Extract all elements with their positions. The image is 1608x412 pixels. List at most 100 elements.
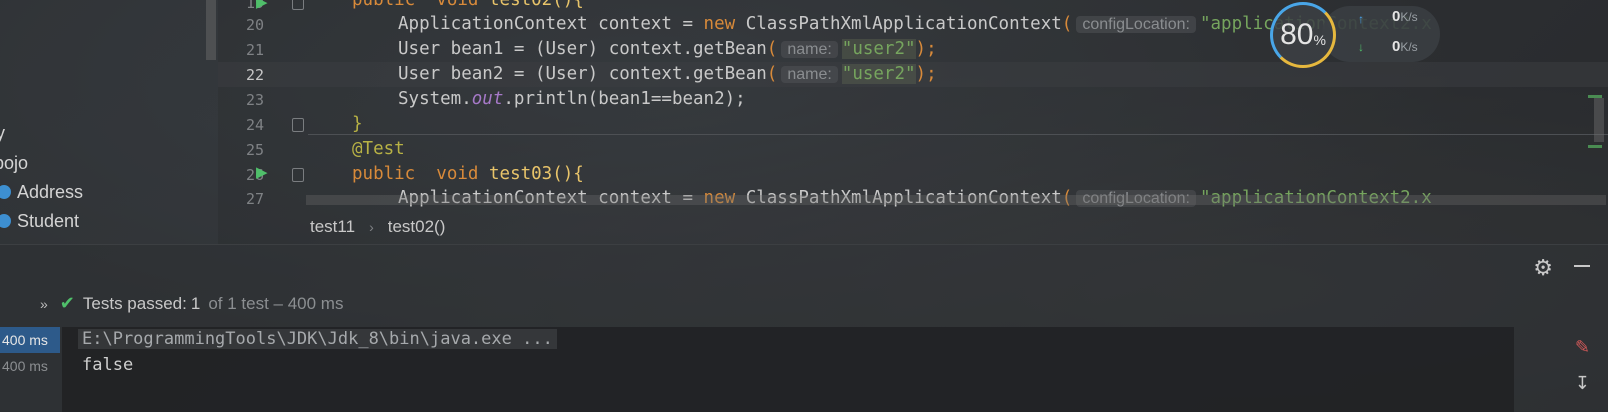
minimize-icon[interactable] — [1574, 265, 1590, 267]
class-icon — [0, 185, 11, 199]
project-tree: y pojo Address Student — [0, 0, 218, 244]
annotation: @Test — [352, 139, 405, 159]
horizontal-scrollbar[interactable] — [306, 195, 1606, 205]
line-number: 23 — [245, 91, 264, 109]
fold-icon[interactable] — [292, 0, 304, 10]
passed-count: 1 — [190, 293, 201, 313]
line-number: 20 — [245, 16, 264, 34]
tree-item-label: pojo — [0, 152, 29, 173]
code-text: ApplicationContext context = — [398, 14, 704, 34]
breadcrumb-item-method[interactable]: test02() — [388, 217, 446, 237]
test-durations: 400 ms 400 ms — [0, 327, 60, 412]
cpu-gauge: 80% — [1270, 2, 1336, 68]
cast: (User) — [534, 39, 599, 59]
console-command-line[interactable]: E:\ProgrammingTools\JDK\Jdk_8\bin\java.e… — [78, 329, 557, 349]
parameter-hint: name: — [781, 66, 838, 83]
string-literal: "user2" — [841, 64, 916, 84]
keyword: new — [703, 14, 736, 34]
code-line-19: public void test02(){ — [352, 0, 584, 12]
tree-item-label: Address — [17, 181, 84, 202]
keyword: void — [436, 164, 479, 184]
code-line-26: public void test03(){ — [352, 162, 584, 186]
method-name: test02 — [489, 0, 553, 10]
method-name: test03 — [489, 164, 553, 184]
line-number: 22 — [245, 66, 264, 84]
line-number: 27 — [245, 190, 264, 208]
project-tree-scrollbar[interactable] — [206, 0, 216, 60]
download-speed: 0K/s — [1392, 38, 1418, 55]
scroll-to-end-icon[interactable]: ↧ — [1575, 373, 1590, 394]
code-line-24: } — [352, 112, 363, 136]
punct: ); — [915, 39, 937, 59]
tree-item-pojo[interactable]: pojo — [0, 150, 28, 176]
cast: (User) — [534, 64, 599, 84]
test-status-bar: » ✔ Tests passed: 1 of 1 test – 400 ms — [40, 293, 343, 314]
code-text: context.getBean — [598, 39, 767, 59]
code-text: System. — [398, 89, 472, 109]
test-duration-row[interactable]: 400 ms — [0, 353, 60, 379]
breadcrumb: test11 › test02() — [310, 214, 445, 240]
console-output-line: false — [82, 355, 134, 375]
code-text: User bean2 = — [398, 64, 535, 84]
upload-speed: 0K/s — [1392, 8, 1418, 25]
speed-unit: K/s — [1400, 40, 1418, 54]
parameter-hint: name: — [781, 41, 838, 58]
tree-item-address[interactable]: Address — [0, 179, 83, 205]
string-literal: "user2" — [841, 39, 916, 59]
line-number: 21 — [245, 41, 264, 59]
tree-item-student[interactable]: Student — [0, 208, 79, 234]
closing-brace: } — [352, 114, 363, 134]
method-separator — [308, 134, 1608, 135]
fold-icon[interactable] — [292, 168, 304, 182]
code-text: ClassPathXmlApplicationContext — [735, 14, 1062, 34]
expand-icon[interactable]: » — [40, 296, 48, 312]
run-test-icon[interactable]: ▶ — [256, 0, 272, 10]
console-toolbar: ✎ ↧ — [1514, 327, 1608, 412]
run-tool-window: ⚙ » ✔ Tests passed: 1 of 1 test – 400 ms… — [0, 244, 1608, 412]
system-monitor-widget[interactable]: 80% ↑ 0K/s ↓ 0K/s — [1270, 2, 1440, 70]
paren: ( — [766, 39, 778, 59]
keyword: public — [352, 0, 416, 10]
line-number: 24 — [245, 116, 264, 134]
settings-icon[interactable]: ⚙ — [1533, 255, 1553, 281]
code-text: User bean1 = — [398, 39, 535, 59]
check-icon: ✔ — [59, 293, 75, 313]
fold-icon[interactable] — [292, 118, 304, 132]
network-speed-pill — [1322, 6, 1440, 62]
speed-unit: K/s — [1400, 10, 1418, 24]
punct: (){ — [552, 164, 584, 184]
static-field: out — [471, 89, 504, 109]
code-text: context.getBean — [598, 64, 767, 84]
code-line-22: User bean2 = (User) context.getBean(name… — [398, 62, 937, 86]
code-line-25: @Test — [352, 137, 405, 161]
keyword: void — [436, 0, 479, 10]
tree-item-label: y — [0, 122, 5, 143]
clear-icon[interactable]: ✎ — [1575, 337, 1590, 358]
class-icon — [0, 214, 11, 228]
chevron-right-icon: › — [369, 219, 374, 235]
download-arrow-icon: ↓ — [1358, 40, 1364, 54]
tree-item-label: Student — [17, 210, 80, 231]
keyword: public — [352, 164, 416, 184]
status-prefix: Tests passed: — [82, 293, 187, 313]
punct: (){ — [552, 0, 584, 10]
test-duration-row[interactable]: 400 ms — [0, 327, 60, 353]
paren: ( — [1061, 14, 1073, 34]
punct: ); — [915, 64, 937, 84]
percent-sign: % — [1313, 32, 1326, 48]
parameter-hint: configLocation: — [1076, 16, 1196, 33]
upload-arrow-icon: ↑ — [1358, 12, 1364, 26]
scroll-marker — [1588, 145, 1602, 148]
vertical-scrollbar[interactable] — [1594, 98, 1604, 142]
code-text: .println(bean1==bean2); — [503, 89, 746, 109]
code-line-21: User bean1 = (User) context.getBean(name… — [398, 37, 937, 61]
status-suffix: of 1 test – 400 ms — [208, 293, 344, 313]
console-output[interactable]: E:\ProgrammingTools\JDK\Jdk_8\bin\java.e… — [62, 327, 1514, 412]
cpu-percent: 80 — [1280, 18, 1314, 51]
run-test-icon[interactable]: ▶ — [256, 165, 272, 180]
tree-item-y[interactable]: y — [0, 120, 5, 146]
paren: ( — [766, 64, 778, 84]
code-line-23: System.out.println(bean1==bean2); — [398, 87, 746, 111]
breadcrumb-item-class[interactable]: test11 — [310, 217, 355, 237]
line-number: 25 — [245, 141, 264, 159]
